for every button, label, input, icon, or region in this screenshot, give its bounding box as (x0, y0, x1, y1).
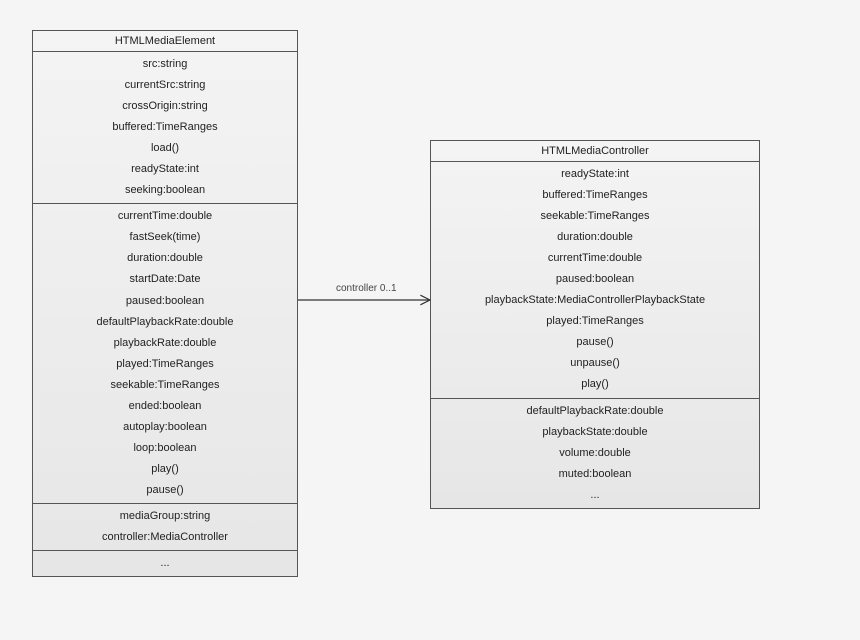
class-member: controller:MediaController (33, 527, 297, 548)
class-member: defaultPlaybackRate:double (431, 401, 759, 422)
class-title: HTMLMediaElement (33, 31, 297, 52)
association-label: controller 0..1 (336, 283, 397, 294)
class-member: mediaGroup:string (33, 506, 297, 527)
class-member: playbackState:double (431, 422, 759, 443)
class-member: played:TimeRanges (431, 311, 759, 332)
class-member: play() (431, 374, 759, 395)
class-member: readyState:int (431, 164, 759, 185)
class-member: readyState:int (33, 159, 297, 180)
class-member: paused:boolean (431, 269, 759, 290)
diagram-canvas: HTMLMediaElement src:stringcurrentSrc:st… (0, 0, 860, 640)
class-member: playbackRate:double (33, 333, 297, 354)
class-member: ... (431, 485, 759, 506)
class-member: buffered:TimeRanges (431, 185, 759, 206)
class-box-htmlmediacontroller: HTMLMediaController readyState:intbuffer… (430, 140, 760, 509)
class-member: src:string (33, 54, 297, 75)
class-member: seekable:TimeRanges (431, 206, 759, 227)
class-section: mediaGroup:stringcontroller:MediaControl… (33, 504, 297, 551)
class-member: defaultPlaybackRate:double (33, 312, 297, 333)
class-member: startDate:Date (33, 269, 297, 290)
class-member: play() (33, 459, 297, 480)
class-member: autoplay:boolean (33, 417, 297, 438)
class-section: defaultPlaybackRate:doubleplaybackState:… (431, 399, 759, 508)
class-member: ended:boolean (33, 396, 297, 417)
class-section: currentTime:doublefastSeek(time)duration… (33, 204, 297, 504)
class-member: playbackState:MediaControllerPlaybackSta… (431, 290, 759, 311)
class-member: ... (33, 553, 297, 574)
class-member: seeking:boolean (33, 180, 297, 201)
class-member: paused:boolean (33, 291, 297, 312)
class-section: readyState:intbuffered:TimeRangesseekabl… (431, 162, 759, 399)
class-member: loop:boolean (33, 438, 297, 459)
class-member: pause() (431, 332, 759, 353)
class-member: volume:double (431, 443, 759, 464)
class-member: fastSeek(time) (33, 227, 297, 248)
class-member: pause() (33, 480, 297, 501)
class-section: ... (33, 551, 297, 576)
class-member: duration:double (431, 227, 759, 248)
class-member: duration:double (33, 248, 297, 269)
class-member: buffered:TimeRanges (33, 117, 297, 138)
class-section: src:stringcurrentSrc:stringcrossOrigin:s… (33, 52, 297, 204)
class-member: muted:boolean (431, 464, 759, 485)
class-member: currentTime:double (33, 206, 297, 227)
class-title: HTMLMediaController (431, 141, 759, 162)
class-member: played:TimeRanges (33, 354, 297, 375)
class-box-htmlmediaelement: HTMLMediaElement src:stringcurrentSrc:st… (32, 30, 298, 577)
class-member: currentSrc:string (33, 75, 297, 96)
class-member: unpause() (431, 353, 759, 374)
class-member: crossOrigin:string (33, 96, 297, 117)
class-member: currentTime:double (431, 248, 759, 269)
class-member: load() (33, 138, 297, 159)
class-member: seekable:TimeRanges (33, 375, 297, 396)
